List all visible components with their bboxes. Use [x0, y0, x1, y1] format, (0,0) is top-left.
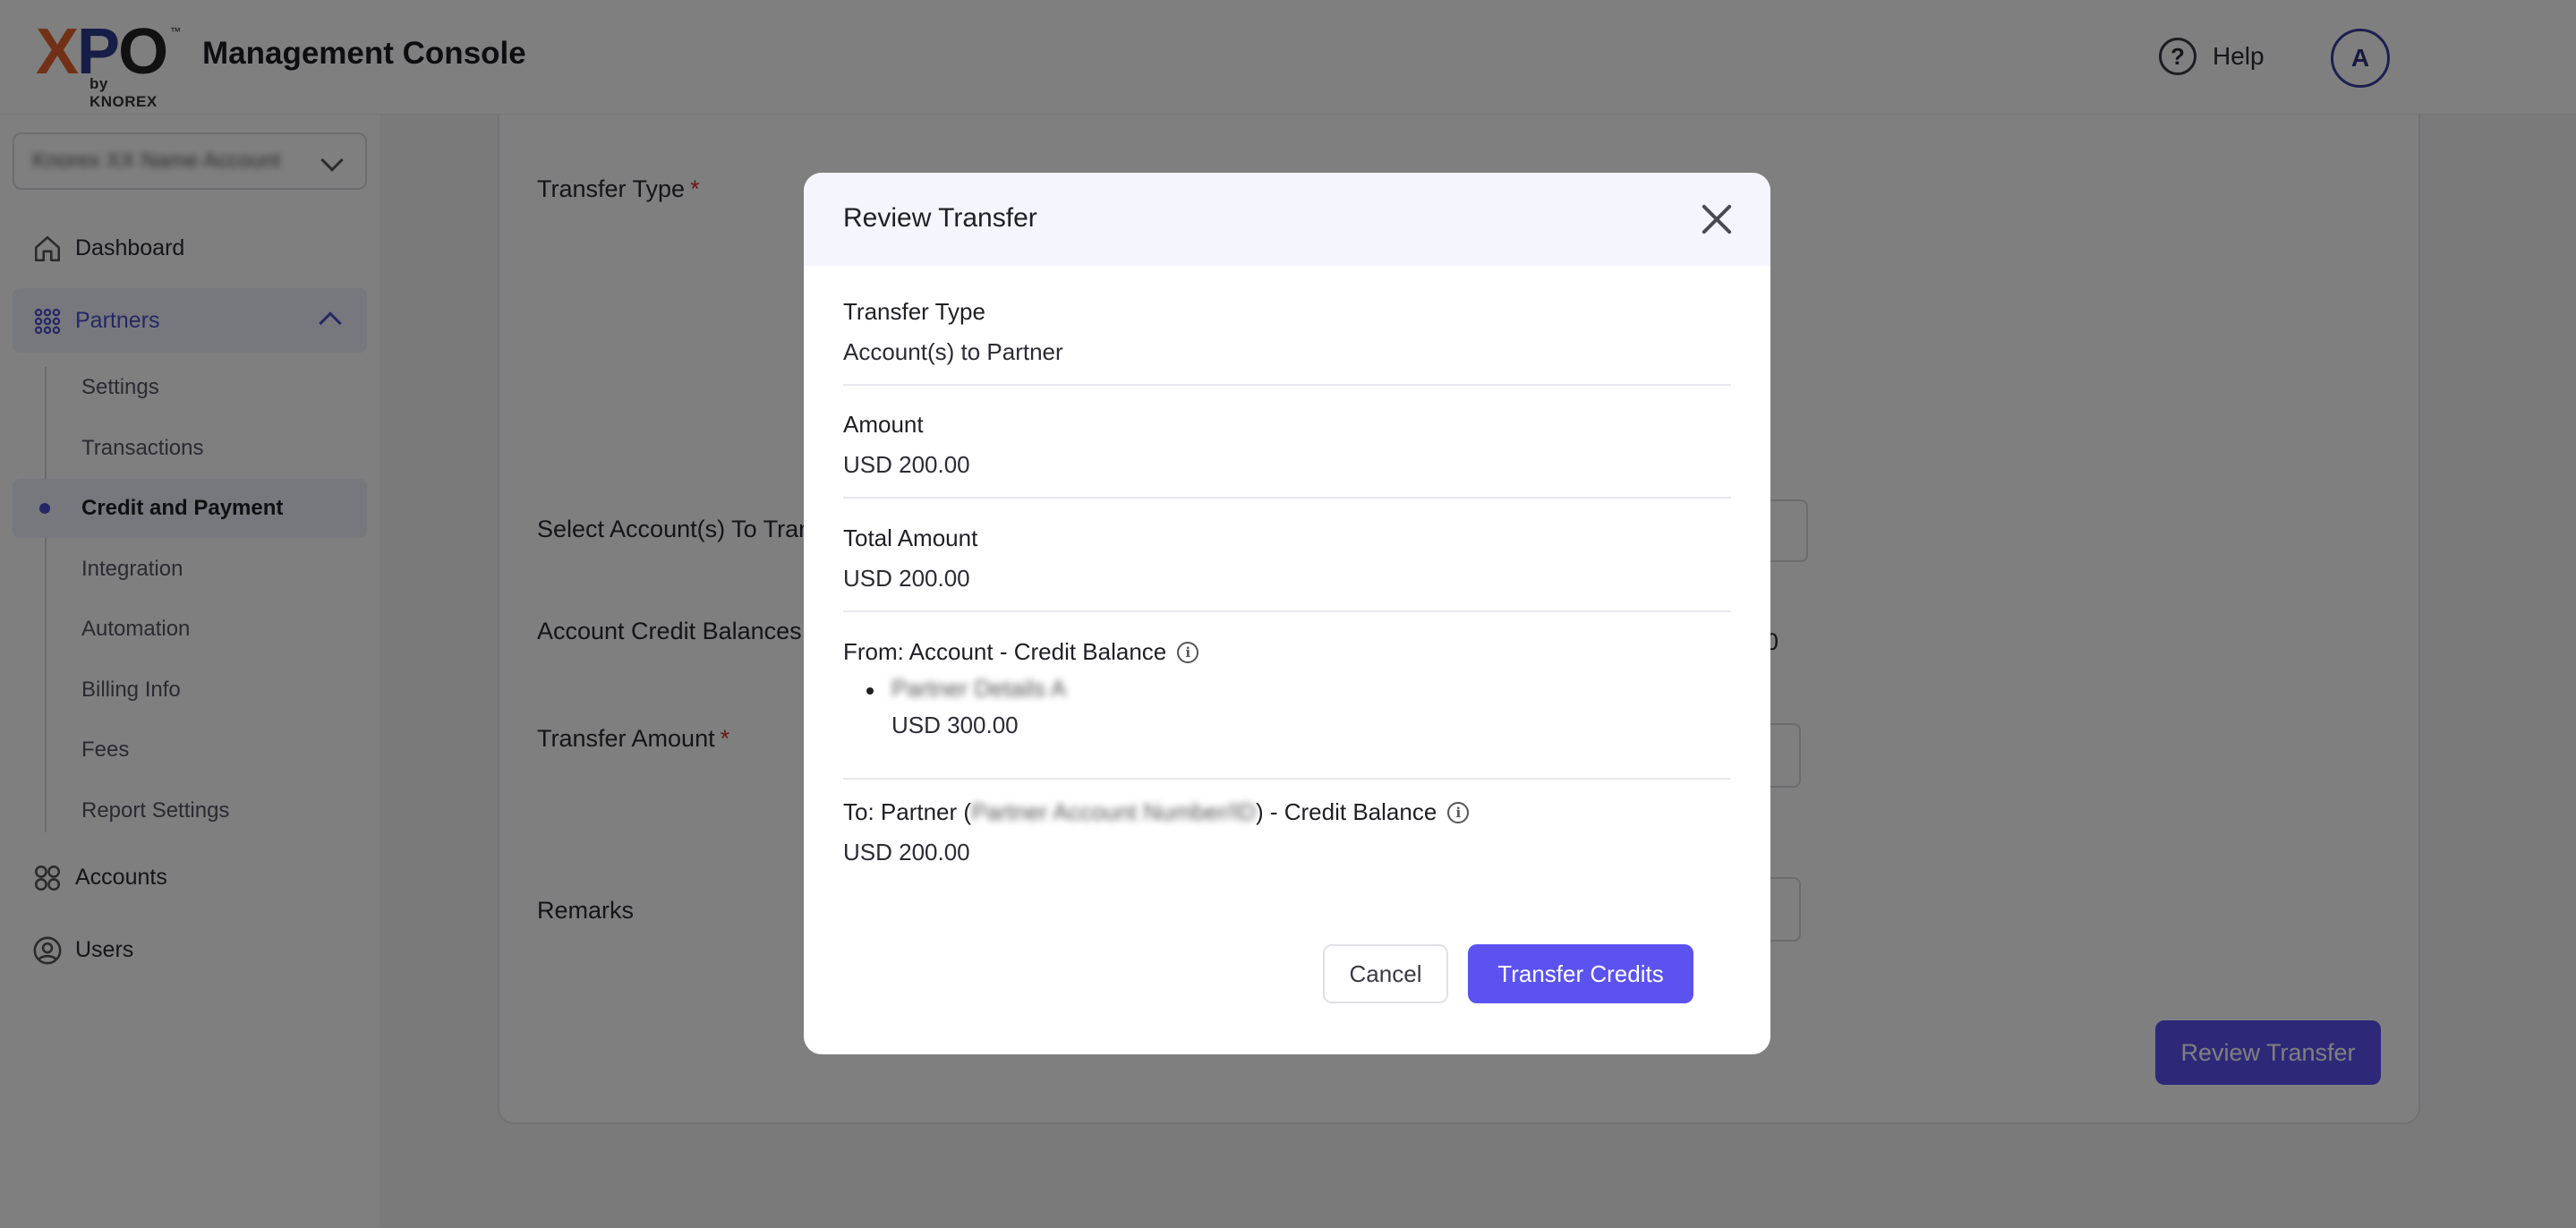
to-partner-label: To: Partner ( Partner Account Number/ID … [843, 798, 1731, 826]
info-icon[interactable]: i [1447, 801, 1470, 823]
from-account-balance: USD 300.00 [891, 712, 1019, 738]
transfer-type-label: Transfer Type [843, 298, 985, 325]
modal-title: Review Transfer [843, 203, 1037, 233]
from-account-label: From: Account - Credit Balance i [843, 638, 1731, 666]
transfer-type-section: Transfer Type Account(s) to Partner [843, 298, 1731, 386]
transfer-credits-button[interactable]: Transfer Credits [1468, 944, 1693, 1003]
close-icon[interactable] [1697, 200, 1736, 239]
total-amount-value: USD 200.00 [843, 565, 970, 592]
from-account-section: From: Account - Credit Balance i Partner… [843, 638, 1731, 780]
to-partner-balance: USD 200.00 [843, 839, 970, 866]
review-transfer-modal: Review Transfer Transfer Type Account(s)… [804, 173, 1770, 1054]
from-account-name: Partner Details A [891, 675, 1067, 702]
amount-value: USD 200.00 [843, 451, 970, 478]
to-partner-name: Partner Account Number/ID [971, 798, 1256, 825]
bullet-marker [866, 687, 874, 695]
amount-section: Amount USD 200.00 [843, 411, 1731, 499]
cancel-button[interactable]: Cancel [1323, 944, 1448, 1003]
to-partner-prefix: To: Partner ( [843, 798, 972, 825]
to-partner-suffix: ) - Credit Balance [1255, 798, 1437, 825]
to-partner-section: To: Partner ( Partner Account Number/ID … [843, 798, 1731, 888]
total-amount-section: Total Amount USD 200.00 [843, 524, 1731, 612]
from-account-label-text: From: Account - Credit Balance [843, 638, 1167, 665]
amount-label: Amount [843, 411, 924, 438]
from-account-item: Partner Details A USD 300.00 [843, 675, 1731, 739]
modal-header: Review Transfer [804, 173, 1770, 266]
transfer-type-value: Account(s) to Partner [843, 338, 1063, 365]
total-amount-label: Total Amount [843, 524, 978, 551]
info-icon[interactable]: i [1177, 641, 1199, 663]
